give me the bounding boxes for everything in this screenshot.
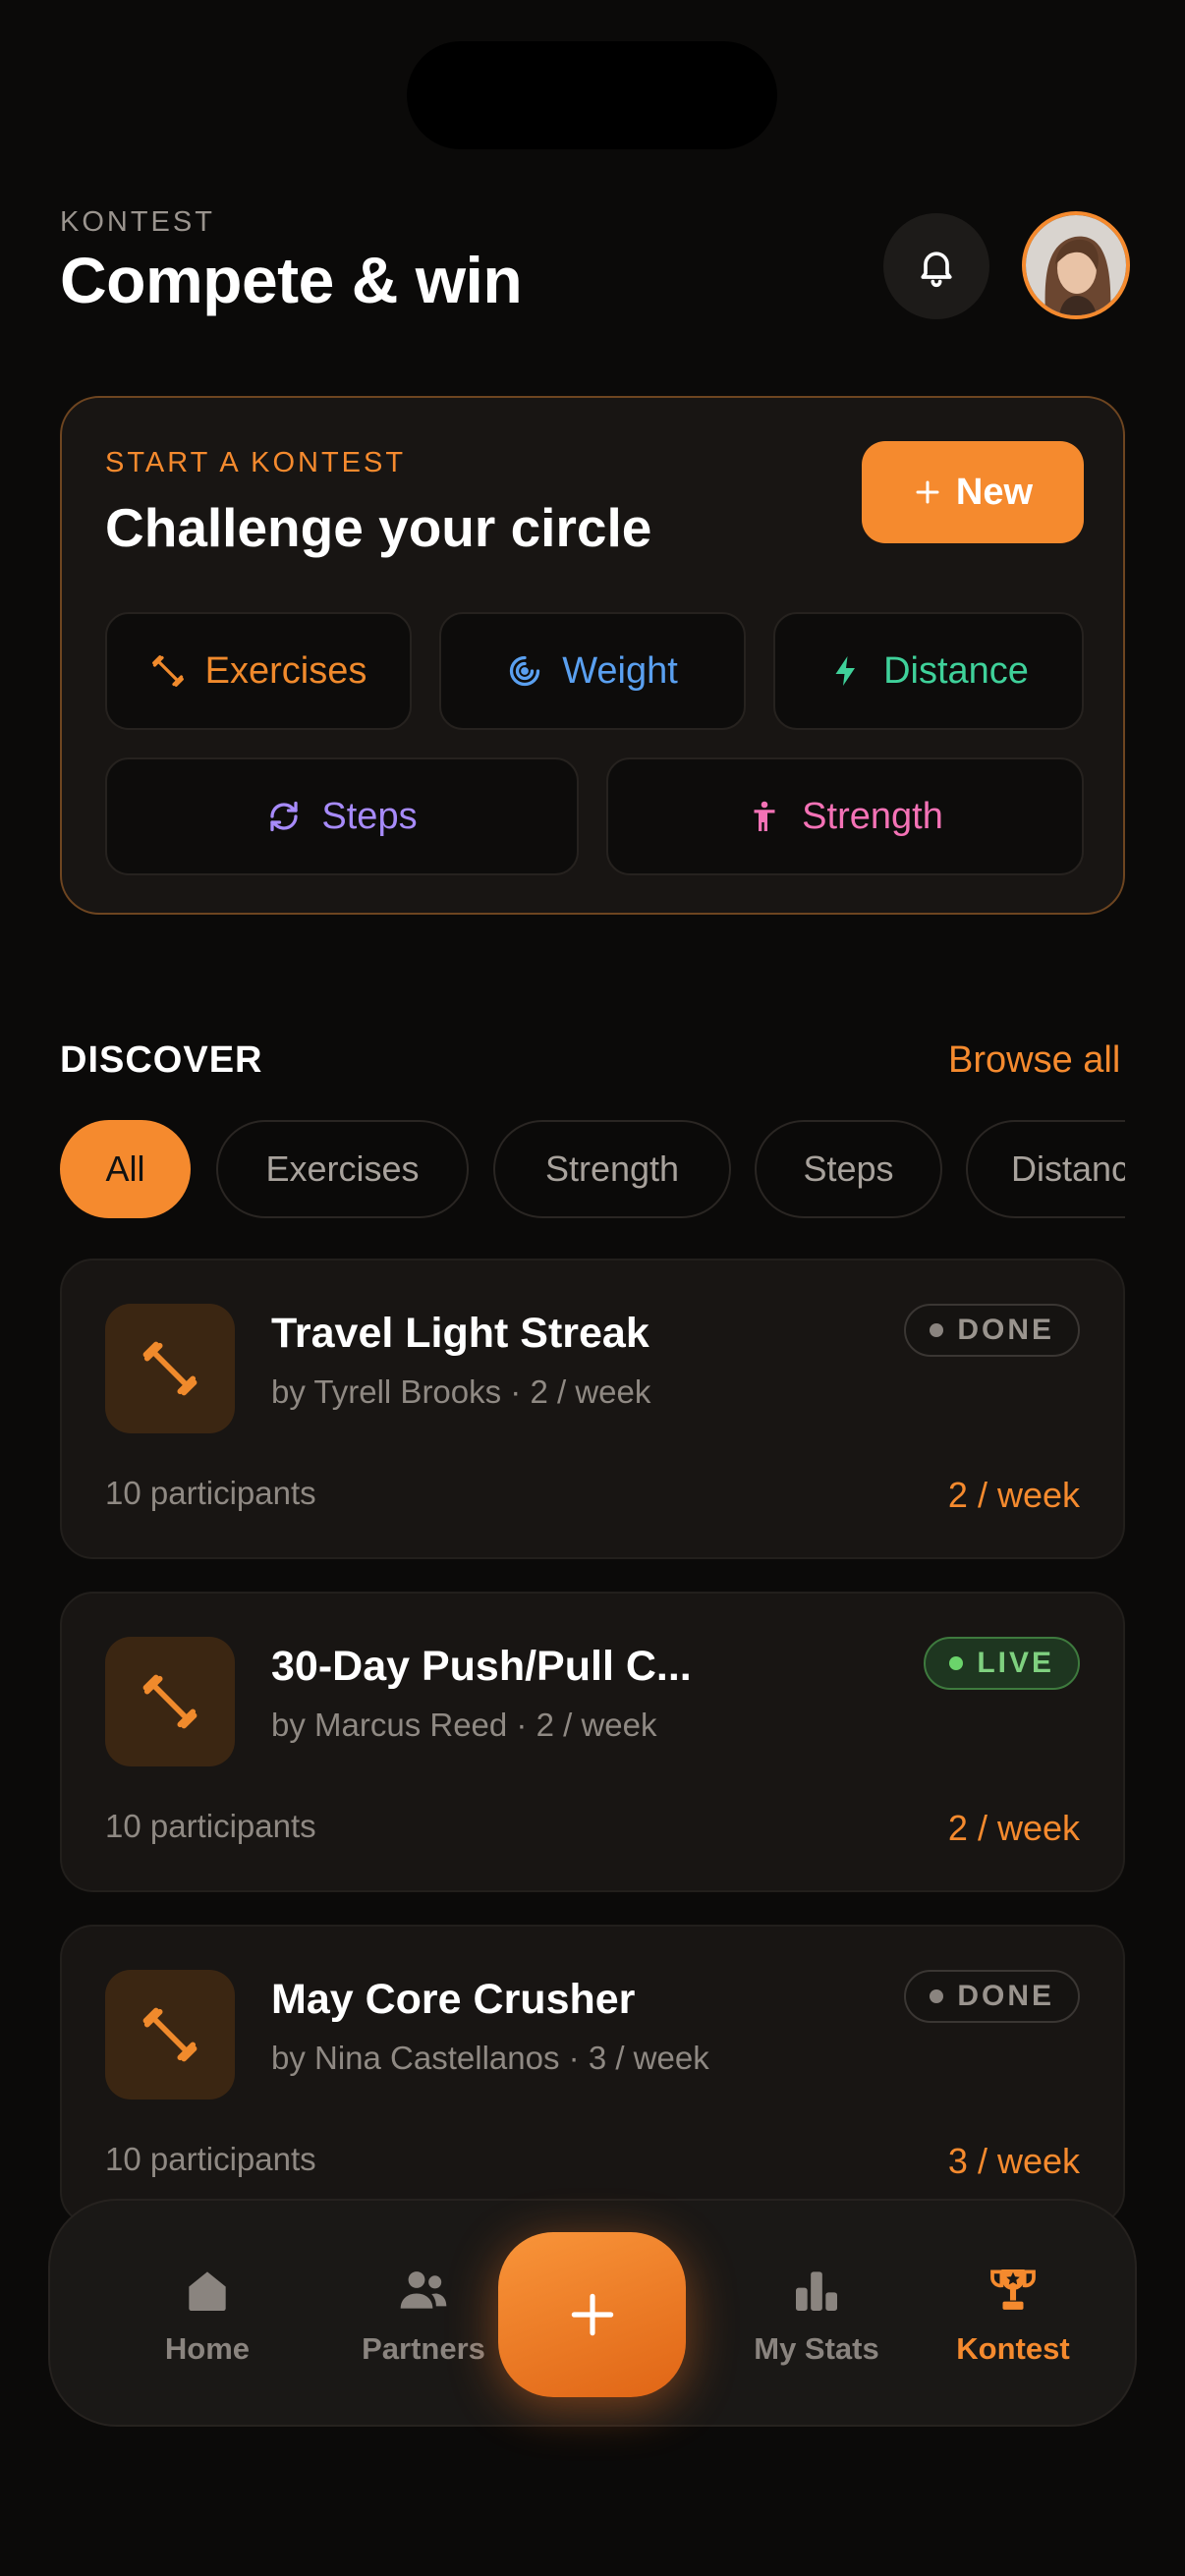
page-header: KONTEST Compete & win <box>60 206 523 317</box>
new-button-label: New <box>955 471 1034 513</box>
contest-icon-tile <box>105 1304 235 1433</box>
new-kontest-button[interactable]: New <box>862 441 1084 543</box>
status-dot <box>930 1989 944 2003</box>
nav-item-home[interactable]: Home <box>109 2201 306 2429</box>
status-badge: DONE <box>904 1304 1080 1357</box>
start-title: Challenge your circle <box>105 497 652 558</box>
target-icon <box>510 655 540 687</box>
nav-item-my-stats[interactable]: My Stats <box>708 2201 925 2429</box>
contest-frequency: 3 / week <box>947 2141 1080 2181</box>
notifications-button[interactable] <box>883 213 989 319</box>
avatar-image <box>1026 215 1126 315</box>
dumbbell-icon <box>142 1341 198 1396</box>
contest-name: 30-Day Push/Pull C... <box>271 1643 692 1690</box>
nav-item-kontest[interactable]: Kontest <box>915 2201 1111 2429</box>
status-label: LIVE <box>977 1647 1054 1679</box>
contest-name: May Core Crusher <box>271 1976 636 2023</box>
status-badge: DONE <box>904 1970 1080 2023</box>
app-eyebrow: KONTEST <box>60 206 215 238</box>
participants-count: 10 participants <box>105 2141 316 2177</box>
trophy-icon <box>990 2269 1036 2310</box>
profile-avatar[interactable] <box>1022 211 1130 319</box>
status-badge: LIVE <box>924 1637 1080 1690</box>
category-label: Exercises <box>204 649 367 692</box>
participants-count: 10 participants <box>105 1808 316 1844</box>
start-kontest-card: START A KONTEST Challenge your circle Ne… <box>60 396 1125 915</box>
category-strength[interactable]: Strength <box>606 757 1084 875</box>
start-eyebrow: START A KONTEST <box>105 447 407 478</box>
nav-label: Home <box>164 2331 251 2366</box>
category-distance[interactable]: Distance <box>773 612 1084 730</box>
dumbbell-icon <box>142 1674 198 1729</box>
bolt-icon <box>835 656 856 686</box>
filter-chip-strength[interactable]: Strength <box>493 1120 731 1218</box>
nav-label: Partners <box>362 2331 485 2366</box>
filter-chip-exercises[interactable]: Exercises <box>216 1120 469 1218</box>
plus-icon <box>916 480 939 504</box>
bell-icon <box>921 252 952 288</box>
contest-frequency: 2 / week <box>947 1475 1080 1515</box>
contest-card[interactable]: May Core Crusher by Nina Castellanos · 3… <box>60 1925 1125 2225</box>
contest-byline: by Nina Castellanos · 3 / week <box>271 2040 709 2076</box>
participants-count: 10 participants <box>105 1475 316 1511</box>
plus-icon <box>571 2293 613 2336</box>
add-fab-button[interactable] <box>498 2232 686 2397</box>
nav-label: My Stats <box>754 2331 879 2366</box>
category-label: Steps <box>321 795 418 837</box>
browse-all-link[interactable]: Browse all <box>948 1039 1120 1082</box>
category-label: Distance <box>883 649 1029 692</box>
nav-label: Kontest <box>956 2331 1070 2366</box>
filter-chip-distance[interactable]: Distance <box>966 1120 1125 1218</box>
dynamic-island <box>407 41 777 149</box>
page-title: Compete & win <box>60 244 523 316</box>
dumbbell-icon <box>142 2007 198 2062</box>
contest-name: Travel Light Streak <box>271 1310 649 1357</box>
contest-card[interactable]: Travel Light Streak by Tyrell Brooks · 2… <box>60 1259 1125 1559</box>
contest-icon-tile <box>105 1970 235 2100</box>
discover-title: DISCOVER <box>60 1039 263 1081</box>
filter-chips: All Exercises Strength Steps Distance <box>60 1120 1125 1218</box>
home-icon <box>189 2271 226 2311</box>
status-dot <box>930 1323 944 1337</box>
status-dot <box>949 1656 964 1670</box>
category-weight[interactable]: Weight <box>439 612 746 730</box>
category-label: Strength <box>802 795 943 837</box>
contest-byline: by Tyrell Brooks · 2 / week <box>271 1373 651 1410</box>
category-steps[interactable]: Steps <box>105 757 579 875</box>
filter-chip-all[interactable]: All <box>60 1120 191 1218</box>
bar-chart-icon <box>796 2271 837 2311</box>
category-exercises[interactable]: Exercises <box>105 612 412 730</box>
contest-icon-tile <box>105 1637 235 1766</box>
category-label: Weight <box>562 649 678 692</box>
contest-frequency: 2 / week <box>947 1808 1080 1848</box>
contest-card[interactable]: 30-Day Push/Pull C... by Marcus Reed · 2… <box>60 1592 1125 1892</box>
person-icon <box>754 801 775 831</box>
dumbbell-icon <box>151 655 184 687</box>
status-label: DONE <box>957 1314 1054 1346</box>
status-label: DONE <box>957 1980 1054 2012</box>
filter-chip-steps[interactable]: Steps <box>755 1120 942 1218</box>
refresh-icon <box>270 801 299 832</box>
users-icon <box>400 2271 447 2309</box>
contest-byline: by Marcus Reed · 2 / week <box>271 1707 657 1743</box>
